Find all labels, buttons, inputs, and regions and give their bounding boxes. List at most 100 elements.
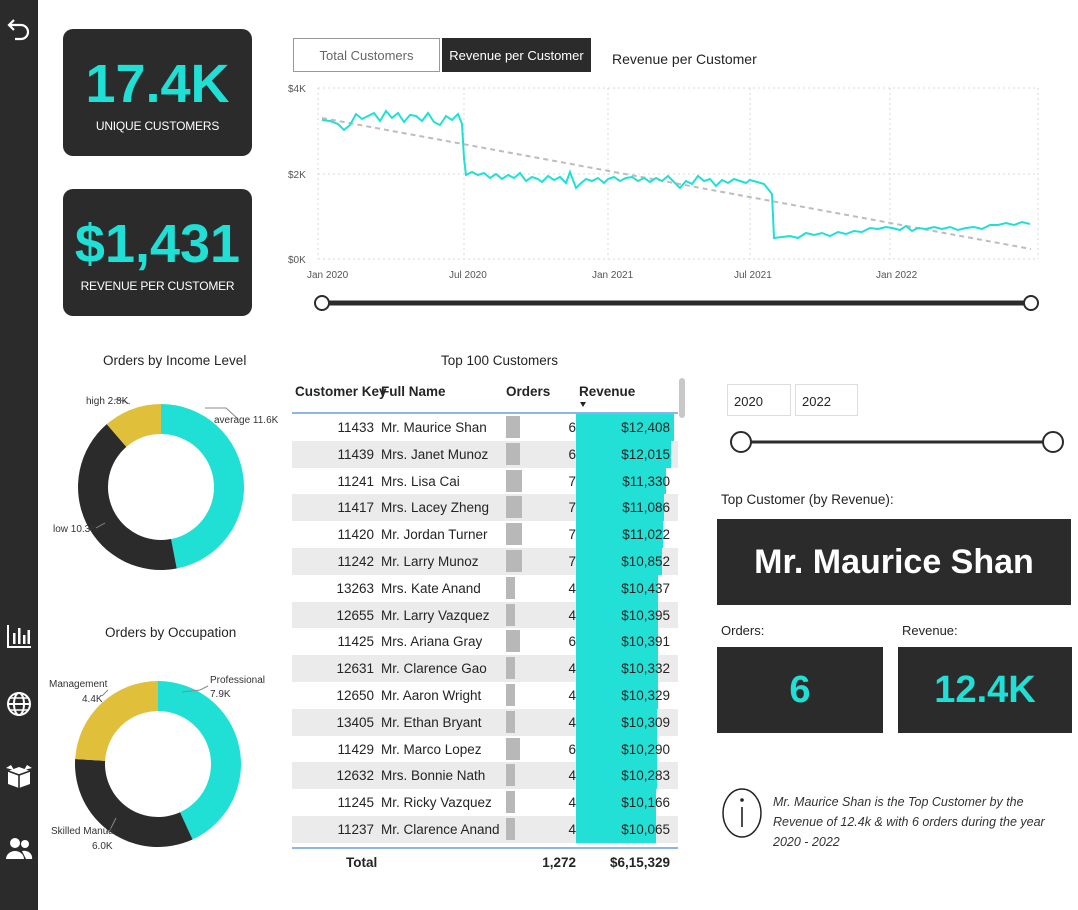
header-customer-key[interactable]: Customer Key [295, 384, 387, 399]
bar-chart-icon[interactable] [5, 622, 33, 650]
occupation-value-skilled: 6.0K [92, 841, 113, 852]
top-customer-title: Top Customer (by Revenue): [721, 492, 894, 507]
sidebar [0, 0, 38, 910]
cell-full-name: Mrs. Janet Munoz [381, 446, 489, 462]
table-row[interactable]: 11242 Mr. Larry Munoz 7 $10,852 [292, 547, 678, 575]
cell-orders: 4 [568, 661, 576, 677]
year-to-input[interactable]: 2022 [795, 384, 858, 416]
cell-orders: 7 [568, 527, 576, 543]
occupation-value-management: 4.4K [82, 694, 103, 705]
cell-customer-key: 11237 [337, 821, 374, 837]
cell-orders: 7 [568, 500, 576, 516]
cell-full-name: Mr. Larry Vazquez [381, 607, 490, 623]
cell-customer-key: 12655 [336, 607, 374, 623]
top-customer-revenue-value: 12.4K [898, 647, 1072, 733]
table-row[interactable]: 12631 Mr. Clarence Gao 4 $10,332 [292, 655, 678, 682]
cell-revenue: $11,086 [622, 500, 670, 516]
occupation-label-management: Management [49, 679, 108, 690]
cell-revenue: $10,395 [621, 607, 670, 623]
table-row[interactable]: 11429 Mr. Marco Lopez 6 $10,290 [292, 735, 678, 763]
cell-customer-key: 12650 [336, 687, 374, 703]
donut2-slices-slice-2[interactable] [75, 681, 158, 761]
tab-revenue-per-customer[interactable]: Revenue per Customer [442, 38, 591, 72]
header-revenue[interactable]: Revenue [579, 384, 635, 399]
x-tick-jan-2020: Jan 2020 [307, 270, 349, 281]
cell-revenue: $10,852 [621, 553, 670, 569]
table-header: Customer Key Full Name Orders Revenue [292, 378, 678, 412]
cell-customer-key: 12632 [336, 768, 374, 784]
cell-full-name: Mr. Clarence Gao [381, 661, 487, 677]
revenue-label: Revenue: [902, 623, 958, 638]
y-tick-0k: $0K [288, 255, 306, 266]
total-label: Total [346, 854, 378, 870]
cell-full-name: Mr. Clarence Anand [381, 821, 500, 837]
occupation-label-skilled: Skilled Manual [51, 826, 116, 837]
cell-orders: 4 [568, 687, 576, 703]
table-row[interactable]: 11425 Mrs. Ariana Gray 6 $10,391 [292, 628, 678, 656]
occupation-label-professional: Professional [210, 675, 265, 686]
globe-icon[interactable] [5, 690, 33, 718]
top-customer-orders-value: 6 [717, 647, 883, 733]
cell-orders: 6 [568, 741, 576, 757]
donut1-slices-slice-1[interactable] [78, 424, 177, 570]
date-slider-end-handle[interactable] [1023, 295, 1039, 311]
cell-orders: 4 [568, 768, 576, 784]
date-slider-start-handle[interactable] [314, 295, 330, 311]
cell-customer-key: 11417 [337, 500, 374, 516]
cell-orders: 6 [568, 420, 576, 435]
table-row[interactable]: 12632 Mrs. Bonnie Nath 4 $10,283 [292, 762, 678, 790]
revenue-per-customer-value: $1,431 [74, 214, 241, 274]
cell-orders: 4 [568, 795, 576, 811]
back-arrow-icon[interactable] [5, 16, 33, 44]
cell-revenue: $11,330 [622, 473, 670, 489]
header-orders[interactable]: Orders [506, 384, 550, 399]
table-row[interactable]: 11417 Mrs. Lacey Zheng 7 $11,086 [292, 494, 678, 522]
x-tick-jul-2021: Jul 2021 [734, 270, 772, 281]
y-tick-4k: $4K [288, 84, 306, 95]
year-slider-end-handle[interactable] [1042, 431, 1064, 453]
cell-full-name: Mr. Maurice Shan [381, 420, 487, 435]
unique-customers-label: UNIQUE CUSTOMERS [95, 119, 220, 133]
table-row[interactable]: 11245 Mr. Ricky Vazquez 4 $10,166 [292, 789, 678, 816]
top-customers-table: Customer Key Full Name Orders Revenue 11… [292, 378, 678, 875]
cell-revenue: $10,166 [621, 795, 670, 811]
cell-orders: 6 [568, 446, 576, 462]
table-title: Top 100 Customers [441, 353, 559, 368]
table-row[interactable]: 12650 Mr. Aaron Wright 4 $10,329 [292, 681, 678, 709]
cell-revenue: $10,065 [621, 821, 670, 837]
income-label-average: average 11.6K [214, 415, 279, 426]
table-row[interactable]: 11420 Mr. Jordan Turner 7 $11,022 [292, 521, 678, 548]
table-body: 11433 Mr. Maurice Shan 6 $12,408 11439 Mrs. J… [292, 414, 678, 843]
header-full-name[interactable]: Full Name [381, 384, 446, 399]
table-row[interactable]: 13263 Mrs. Kate Anand 4 $10,437 [292, 574, 678, 602]
cell-full-name: Mr. Ricky Vazquez [381, 795, 492, 811]
cell-revenue: $10,283 [621, 768, 670, 784]
cell-revenue: $10,437 [621, 580, 670, 596]
cell-revenue: $10,329 [621, 687, 670, 703]
cell-customer-key: 12631 [336, 661, 374, 677]
year-from-input[interactable]: 2020 [727, 384, 791, 416]
top-customer-info-text: Mr. Maurice Shan is the Top Customer by … [773, 795, 1045, 849]
table-row[interactable]: 13405 Mr. Ethan Bryant 4 $10,309 [292, 708, 678, 736]
cell-customer-key: 11242 [337, 553, 374, 569]
cell-revenue: $12,015 [621, 446, 670, 462]
table-row[interactable]: 11241 Mrs. Lisa Cai 7 $11,330 [292, 467, 678, 495]
table-scrollbar[interactable] [679, 378, 685, 418]
cell-full-name: Mrs. Lisa Cai [381, 473, 460, 489]
income-label-low: low 10.3K [53, 524, 97, 535]
cell-customer-key: 11439 [337, 446, 374, 462]
table-row[interactable]: 11433 Mr. Maurice Shan 6 $12,408 [292, 414, 678, 441]
cell-revenue: $10,309 [621, 714, 670, 730]
table-row[interactable]: 11237 Mr. Clarence Anand 4 $10,065 [292, 815, 678, 843]
year-slider-start-handle[interactable] [730, 431, 752, 453]
income-donut-title: Orders by Income Level [103, 353, 247, 368]
cell-full-name: Mr. Larry Munoz [381, 553, 479, 569]
year-slider[interactable] [725, 425, 1070, 459]
cell-orders: 4 [568, 580, 576, 596]
box-icon[interactable] [5, 762, 33, 790]
table-row[interactable]: 12655 Mr. Larry Vazquez 4 $10,395 [292, 601, 678, 629]
users-icon[interactable] [5, 834, 33, 862]
donut1-slices-slice-0[interactable] [161, 404, 244, 569]
tab-total-customers[interactable]: Total Customers [293, 38, 440, 72]
table-row[interactable]: 11439 Mrs. Janet Munoz 6 $12,015 [292, 440, 678, 468]
